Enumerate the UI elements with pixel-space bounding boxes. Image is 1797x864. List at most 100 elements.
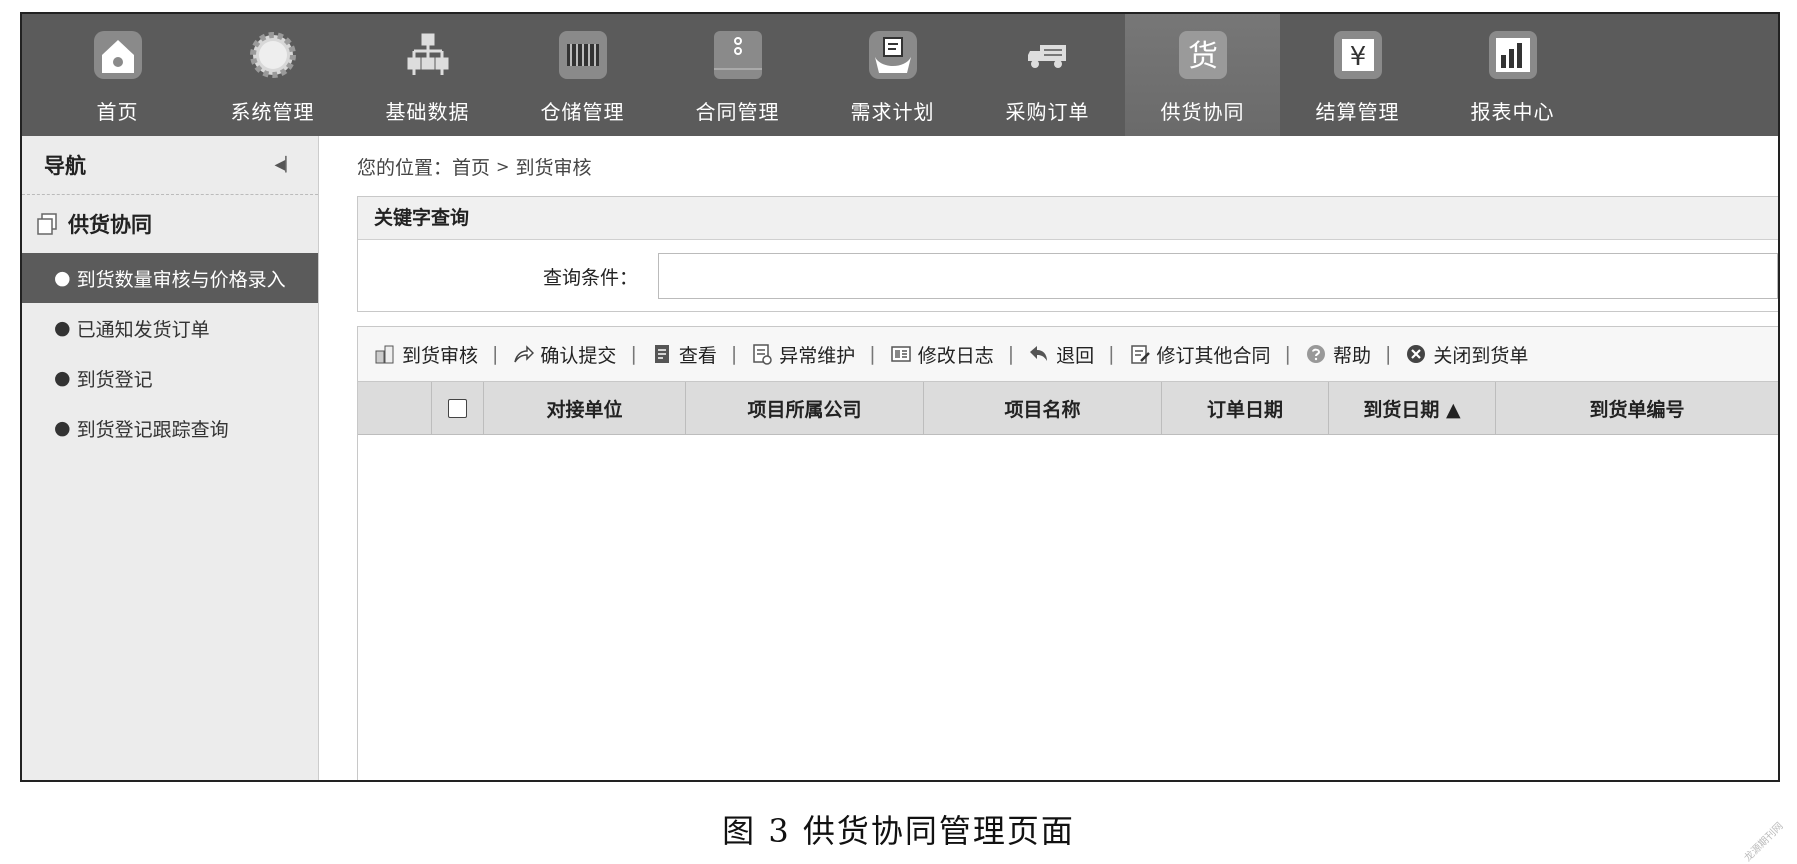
nav-label: 首页 <box>96 100 139 124</box>
query-condition-input[interactable] <box>658 253 1778 299</box>
main-content: 您的位置： 首页 > 到货审核 关键字查询 查询条件： 到货审核 | 确认提交 … <box>319 136 1778 780</box>
button-label: 确认提交 <box>540 344 617 367</box>
edit-contract-icon <box>1130 345 1150 364</box>
nav-label: 报表中心 <box>1470 100 1555 124</box>
top-navigation: 首页 系统管理 基础数据 仓储管理 合同管理 需求计划 采购订单 货 供货协同 … <box>22 14 1778 136</box>
nav-supply-collaboration[interactable]: 货 供货协同 <box>1125 14 1280 136</box>
toolbar-separator: | <box>1007 343 1015 365</box>
nav-label: 仓储管理 <box>540 100 625 124</box>
toolbar-separator: | <box>1284 343 1291 365</box>
button-label: 帮助 <box>1332 344 1371 367</box>
warehouse-icon <box>554 26 612 84</box>
sidebar-item-notified-orders[interactable]: ● 已通知发货订单 <box>22 303 318 353</box>
bullet-icon: ● <box>54 417 71 439</box>
sidebar-item-label: 已通知发货订单 <box>76 318 210 341</box>
button-label: 修订其他合同 <box>1156 344 1271 367</box>
close-arrival-note-button[interactable]: 关闭到货单 <box>1405 341 1528 368</box>
query-condition-label: 查询条件： <box>543 266 639 289</box>
bullet-icon: ● <box>54 317 71 339</box>
nav-warehouse-management[interactable]: 仓储管理 <box>505 14 660 136</box>
nav-label: 合同管理 <box>695 100 780 124</box>
nav-basic-data[interactable]: 基础数据 <box>350 14 505 136</box>
nav-label: 结算管理 <box>1315 100 1400 124</box>
select-all-header <box>432 382 484 434</box>
nav-label: 供货协同 <box>1160 100 1245 124</box>
column-header[interactable]: 对接单位 <box>484 382 686 434</box>
breadcrumb: 您的位置： 首页 > 到货审核 <box>319 136 1778 196</box>
view-button[interactable]: 查看 <box>651 341 717 368</box>
view-icon <box>654 345 669 363</box>
column-header[interactable]: 到货单编号 <box>1496 382 1778 434</box>
hand-document-icon <box>864 26 922 84</box>
sidebar-section-title: 供货协同 <box>68 213 152 237</box>
yen-icon: ¥ <box>1329 26 1387 84</box>
nav-demand-plan[interactable]: 需求计划 <box>815 14 970 136</box>
nav-report-center[interactable]: 报表中心 <box>1435 14 1590 136</box>
maintenance-icon <box>753 344 773 365</box>
app-window: 首页 系统管理 基础数据 仓储管理 合同管理 需求计划 采购订单 货 供货协同 … <box>20 12 1780 782</box>
audit-icon <box>375 345 394 364</box>
button-label: 到货审核 <box>402 344 479 367</box>
grid-header: 对接单位 项目所属公司 项目名称 订单日期 到货日期 ▲ 到货单编号 <box>358 382 1778 435</box>
modification-log-button[interactable]: 修改日志 <box>890 341 994 368</box>
folder-icon <box>709 26 767 84</box>
return-button[interactable]: 退回 <box>1028 341 1094 368</box>
bar-chart-icon <box>1484 26 1542 84</box>
help-icon <box>1306 345 1325 363</box>
toolbar: 到货审核 | 确认提交 | 查看 | 异常维护 | 修改日志 | 退回 | 修订… <box>357 326 1778 382</box>
pages-icon <box>37 213 57 235</box>
toolbar-separator: | <box>730 343 738 365</box>
collapse-arrow-icon[interactable]: ◀▏ <box>274 157 296 173</box>
sidebar-item-label: 到货登记跟踪查询 <box>76 418 229 441</box>
keyword-query-panel: 关键字查询 查询条件： <box>357 196 1778 312</box>
sidebar-item-registration-tracking[interactable]: ● 到货登记跟踪查询 <box>22 403 318 453</box>
column-header[interactable]: 项目所属公司 <box>686 382 924 434</box>
return-icon <box>1030 346 1048 361</box>
breadcrumb-current: 到货审核 <box>515 156 592 179</box>
query-panel-title: 关键字查询 <box>358 197 1778 240</box>
bullet-icon: ● <box>54 367 71 389</box>
row-number-header <box>358 382 432 434</box>
sidebar-section[interactable]: 供货协同 <box>22 195 318 253</box>
arrival-audit-button[interactable]: 到货审核 <box>374 341 478 368</box>
column-header[interactable]: 订单日期 <box>1162 382 1329 434</box>
nav-label: 采购订单 <box>1005 100 1090 124</box>
confirm-submit-button[interactable]: 确认提交 <box>512 341 616 368</box>
yen-icon-text: ¥ <box>1349 42 1366 72</box>
close-circle-icon <box>1407 345 1426 363</box>
nav-settlement-management[interactable]: ¥ 结算管理 <box>1280 14 1435 136</box>
figure-caption: 图 3 供货协同管理页面 <box>722 812 1075 850</box>
truck-icon <box>1019 26 1077 84</box>
toolbar-separator: | <box>630 343 637 365</box>
nav-label: 系统管理 <box>230 100 315 124</box>
sidebar-item-arrival-registration[interactable]: ● 到货登记 <box>22 353 318 403</box>
nav-home[interactable]: 首页 <box>40 14 195 136</box>
button-label: 查看 <box>678 344 717 367</box>
goods-icon-text: 货 <box>1188 39 1218 74</box>
button-label: 修改日志 <box>917 344 994 367</box>
button-label: 异常维护 <box>779 344 856 367</box>
data-grid: 对接单位 项目所属公司 项目名称 订单日期 到货日期 ▲ 到货单编号 <box>357 382 1778 780</box>
hierarchy-icon <box>399 26 457 84</box>
breadcrumb-home-link[interactable]: 首页 <box>452 153 490 180</box>
sidebar: 导航 ◀▏ 供货协同 ● 到货数量审核与价格录入 ● 已通知发货订单 ● 到货登… <box>22 136 319 780</box>
breadcrumb-separator: > <box>496 156 510 176</box>
nav-contract-management[interactable]: 合同管理 <box>660 14 815 136</box>
nav-label: 基础数据 <box>385 100 470 124</box>
select-all-checkbox[interactable] <box>448 398 467 418</box>
nav-system-management[interactable]: 系统管理 <box>195 14 350 136</box>
revise-other-contract-button[interactable]: 修订其他合同 <box>1129 341 1271 368</box>
column-header-sorted[interactable]: 到货日期 ▲ <box>1329 382 1496 434</box>
sidebar-title: 导航 <box>44 154 86 178</box>
home-icon <box>89 26 147 84</box>
breadcrumb-prefix: 您的位置： <box>357 156 453 179</box>
nav-label: 需求计划 <box>850 100 935 124</box>
help-button[interactable]: 帮助 <box>1305 341 1371 368</box>
query-row: 查询条件： <box>358 240 1778 312</box>
column-header[interactable]: 项目名称 <box>924 382 1162 434</box>
share-arrow-icon <box>514 345 535 363</box>
gear-icon <box>244 26 302 84</box>
nav-purchase-order[interactable]: 采购订单 <box>970 14 1125 136</box>
exception-maintenance-button[interactable]: 异常维护 <box>751 341 855 368</box>
sidebar-item-arrival-quantity-audit[interactable]: ● 到货数量审核与价格录入 <box>22 253 318 303</box>
